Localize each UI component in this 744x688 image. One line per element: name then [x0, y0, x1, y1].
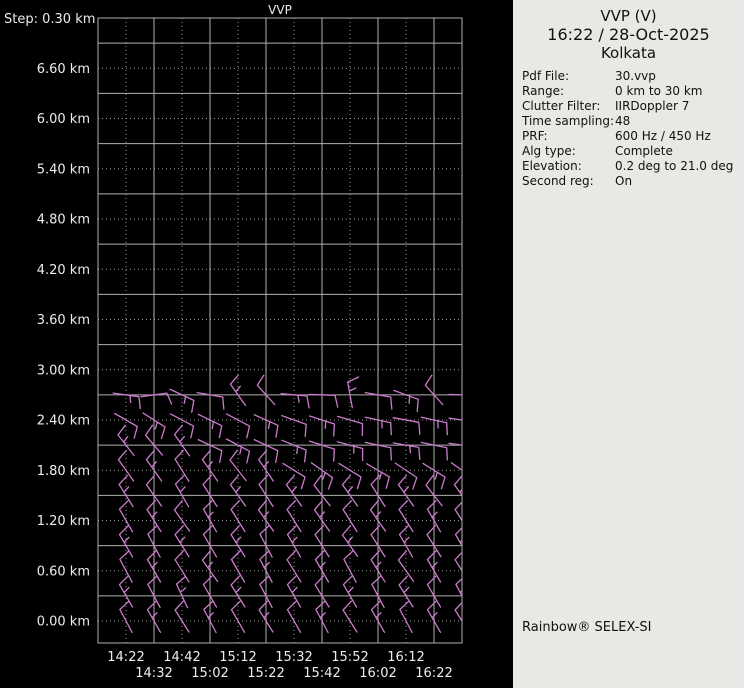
field-value: 0.2 deg to 21.0 deg	[615, 159, 734, 173]
svg-text:15:52: 15:52	[331, 650, 368, 665]
field-value: 0 km to 30 km	[615, 84, 703, 98]
field-value: Complete	[615, 144, 673, 158]
field-value: 48	[615, 114, 631, 128]
svg-text:14:42: 14:42	[163, 650, 200, 665]
panel-datetime: 16:22 / 28-Oct-2025	[547, 25, 710, 44]
field-value: On	[615, 174, 633, 188]
field-row: Time sampling: 48	[522, 114, 744, 129]
svg-text:1.20 km: 1.20 km	[37, 514, 90, 529]
field-list: Pdf File: 30.vvp Range: 0 km to 30 km Clutte…	[513, 69, 744, 189]
field-row: Pdf File: 30.vvp	[522, 69, 744, 84]
svg-text:3.00 km: 3.00 km	[37, 363, 90, 378]
field-row: Range: 0 km to 30 km	[522, 84, 744, 99]
svg-text:5.40 km: 5.40 km	[37, 162, 90, 177]
svg-text:15:02: 15:02	[191, 666, 228, 681]
panel-product-title: VVP (V)	[600, 7, 657, 25]
svg-text:3.60 km: 3.60 km	[37, 313, 90, 328]
field-row: Clutter Filter: IIRDoppler 7	[522, 99, 744, 114]
svg-text:15:12: 15:12	[219, 650, 256, 665]
svg-text:15:42: 15:42	[303, 666, 340, 681]
field-label: Range:	[522, 84, 565, 98]
field-label: PRF:	[522, 129, 548, 143]
panel-site: Kolkata	[600, 44, 657, 62]
field-row: Alg type: Complete	[522, 144, 744, 159]
field-value: 30.vvp	[615, 69, 656, 83]
field-row: Second reg: On	[522, 174, 744, 189]
svg-text:Step: 0.30 km: Step: 0.30 km	[4, 12, 95, 27]
field-label: Clutter Filter:	[522, 99, 601, 113]
x-axis-labels: 14:22 14:42 15:12 15:32 15:52 16:12 14:32 15:02…	[107, 650, 452, 681]
svg-text:1.80 km: 1.80 km	[37, 464, 90, 479]
vvp-window: VVP Step: 0.30 km 6.60 km 6.00 km 5.40 km 4.8…	[0, 0, 744, 688]
chart-title: VVP	[268, 3, 292, 17]
field-label: Pdf File:	[522, 69, 570, 83]
field-label: Alg type:	[522, 144, 576, 158]
field-row: PRF: 600 Hz / 450 Hz	[522, 129, 744, 144]
step-label: Step: 0.30 km	[4, 12, 95, 27]
field-value: IIRDoppler 7	[615, 99, 690, 113]
svg-text:16:22: 16:22	[415, 666, 452, 681]
svg-text:16:12: 16:12	[387, 650, 424, 665]
brand-footer: Rainbow® SELEX-SI	[522, 620, 652, 635]
svg-text:14:22: 14:22	[107, 650, 144, 665]
wind-profile-time-height-chart: VVP Step: 0.30 km 6.60 km 6.00 km 5.40 km 4.8…	[4, 3, 463, 681]
svg-text:6.60 km: 6.60 km	[37, 62, 90, 77]
info-panel: VVP (V) 16:22 / 28-Oct-2025 Kolkata Pdf …	[513, 0, 744, 688]
svg-text:14:32: 14:32	[135, 666, 172, 681]
chart-area: VVP Step: 0.30 km 6.60 km 6.00 km 5.40 km 4.8…	[0, 0, 513, 688]
svg-text:0.00 km: 0.00 km	[37, 615, 90, 630]
svg-text:2.40 km: 2.40 km	[37, 414, 90, 429]
field-label: Second reg:	[522, 174, 594, 188]
svg-text:16:02: 16:02	[359, 666, 396, 681]
field-value: 600 Hz / 450 Hz	[615, 129, 711, 143]
svg-text:4.80 km: 4.80 km	[37, 213, 90, 228]
svg-text:15:32: 15:32	[275, 650, 312, 665]
svg-text:4.20 km: 4.20 km	[37, 263, 90, 278]
svg-text:15:22: 15:22	[247, 666, 284, 681]
svg-text:VVP: VVP	[268, 3, 292, 17]
wind-barbs	[112, 374, 462, 634]
svg-text:0.60 km: 0.60 km	[37, 564, 90, 579]
field-label: Time sampling:	[522, 114, 615, 128]
field-row: Elevation: 0.2 deg to 21.0 deg	[522, 159, 744, 174]
field-label: Elevation:	[522, 159, 582, 173]
y-axis-labels: 6.60 km 6.00 km 5.40 km 4.80 km 4.20 km 3.60 …	[37, 62, 90, 630]
svg-text:6.00 km: 6.00 km	[37, 112, 90, 127]
